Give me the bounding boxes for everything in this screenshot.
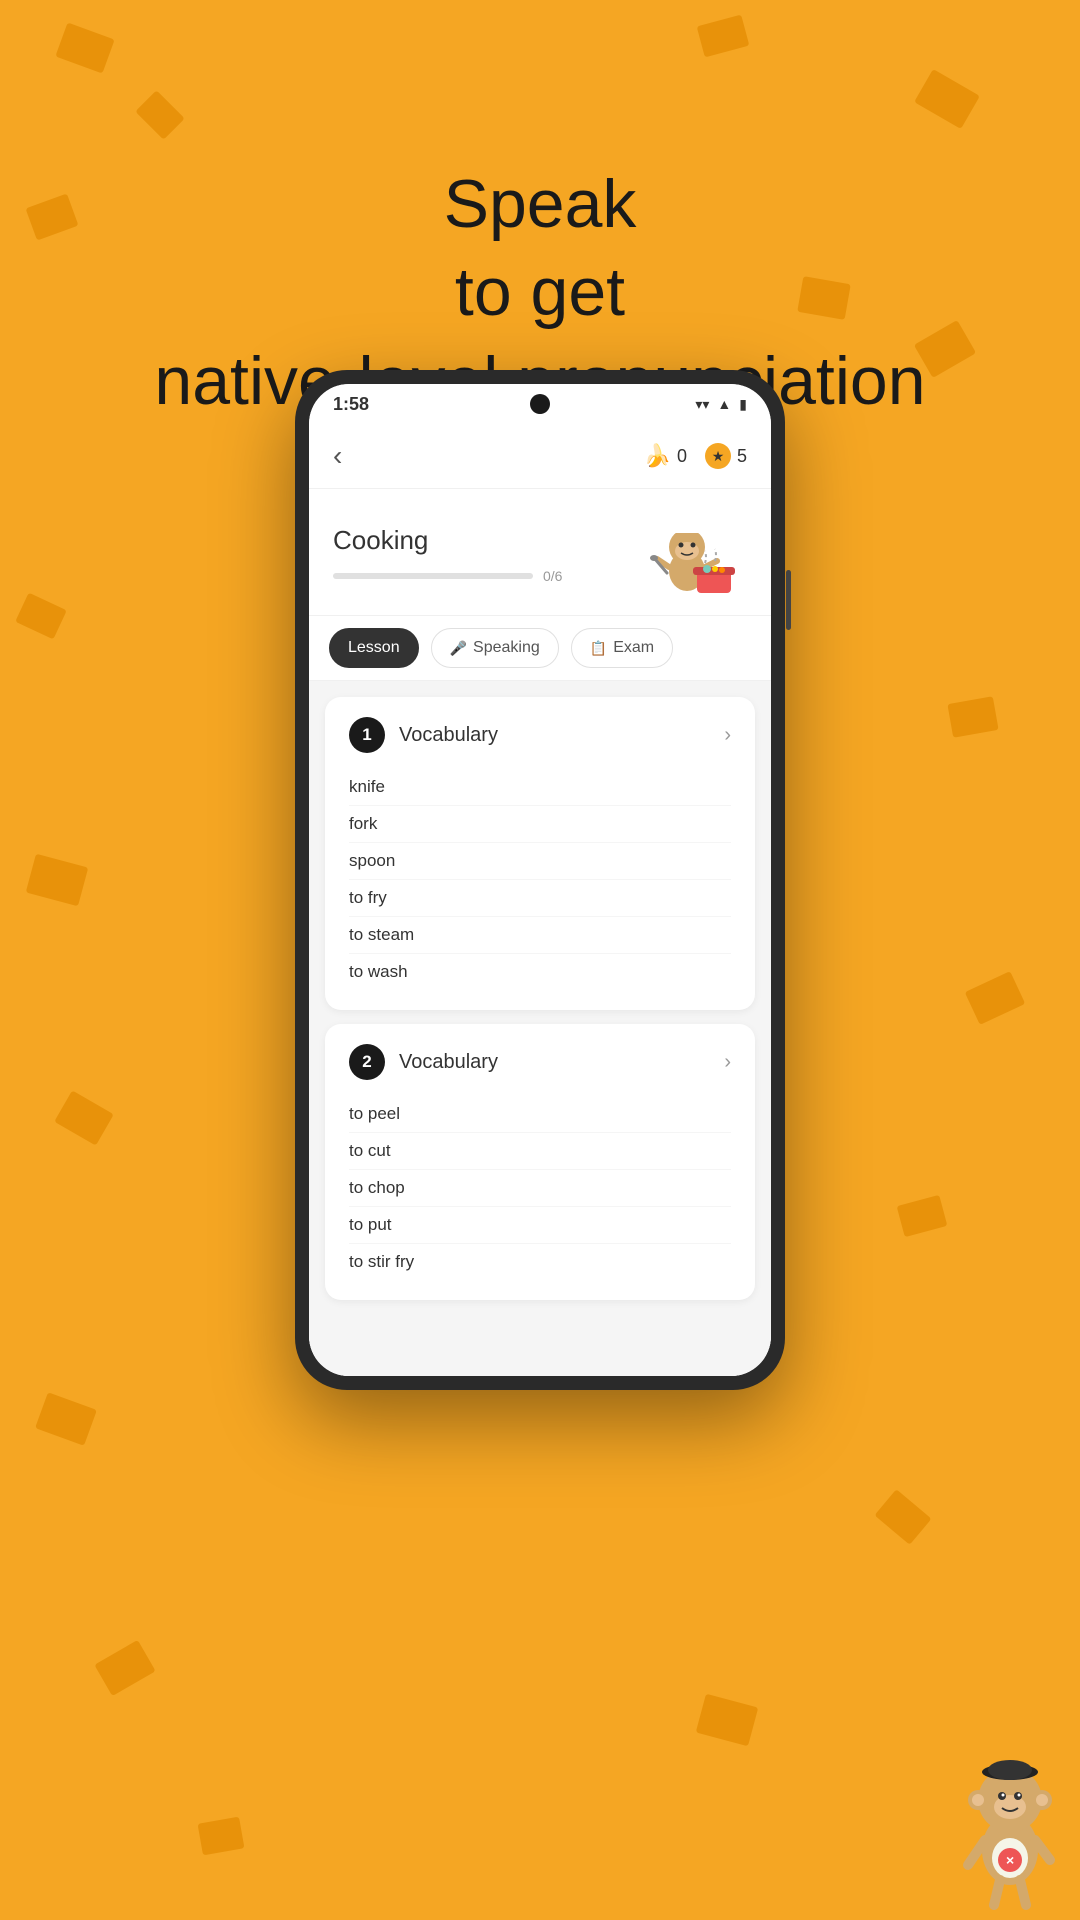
word-to-fry: to fry [349, 880, 731, 917]
vocab-num-2: 2 [349, 1044, 385, 1080]
vocab-card-2[interactable]: 2 Vocabulary › to peel to cut to chop to… [325, 1024, 755, 1300]
course-info: Cooking 0/6 [333, 525, 637, 584]
word-knife: knife [349, 769, 731, 806]
vocab-num-1: 1 [349, 717, 385, 753]
banana-counter: 🍌 0 [644, 443, 687, 469]
chevron-right-1: › [724, 724, 731, 747]
confetti-piece [874, 1489, 931, 1545]
progress-bar-wrap: 0/6 [333, 568, 637, 584]
vocab-label-2: Vocabulary [399, 1051, 498, 1074]
phone-outer: 1:58 ▾▾ ▲ ▮ ‹ 🍌 0 [295, 370, 785, 1390]
top-nav: ‹ 🍌 0 ★ 5 [309, 424, 771, 489]
confetti-piece [55, 23, 114, 74]
confetti-piece [198, 1817, 245, 1856]
mic-icon: 🎤 [450, 640, 467, 657]
vocab-header-left-2: 2 Vocabulary [349, 1044, 498, 1080]
word-to-peel: to peel [349, 1096, 731, 1133]
vocab-words-2: to peel to cut to chop to put to stir fr… [349, 1096, 731, 1280]
confetti-piece [965, 971, 1026, 1025]
confetti-piece [54, 1090, 114, 1145]
confetti-piece [696, 1694, 759, 1747]
tab-lesson-label: Lesson [348, 639, 400, 657]
nav-coins: 🍌 0 ★ 5 [644, 443, 747, 469]
battery-icon: ▮ [739, 396, 747, 413]
vocab-header-left-1: 1 Vocabulary [349, 717, 498, 753]
word-to-wash: to wash [349, 954, 731, 990]
hero-line1: Speak [444, 166, 637, 242]
word-spoon: spoon [349, 843, 731, 880]
monkey-character-svg: × [950, 1710, 1070, 1910]
tab-speaking-label: Speaking [473, 639, 540, 657]
tab-bar: Lesson 🎤 Speaking 📋 Exam [309, 616, 771, 681]
word-to-stir-fry: to stir fry [349, 1244, 731, 1280]
confetti-piece [135, 90, 184, 139]
app-content: ‹ 🍌 0 ★ 5 Cooking [309, 424, 771, 1376]
word-to-steam: to steam [349, 917, 731, 954]
word-to-chop: to chop [349, 1170, 731, 1207]
course-header: Cooking 0/6 [309, 489, 771, 616]
confetti-piece [94, 1640, 155, 1696]
progress-bar [333, 573, 533, 579]
confetti-piece [697, 15, 750, 58]
wifi-icon: ▾▾ [695, 396, 709, 413]
status-time: 1:58 [333, 394, 369, 415]
course-mascot [637, 509, 747, 599]
status-bar: 1:58 ▾▾ ▲ ▮ [309, 384, 771, 424]
confetti-piece [35, 1392, 97, 1445]
word-to-cut: to cut [349, 1133, 731, 1170]
back-button[interactable]: ‹ [333, 440, 342, 472]
confetti-piece [15, 593, 67, 640]
banana-icon: 🍌 [644, 443, 671, 469]
confetti-piece [914, 69, 980, 129]
phone-mockup: 1:58 ▾▾ ▲ ▮ ‹ 🍌 0 [295, 370, 785, 1390]
tab-exam-label: Exam [613, 639, 654, 657]
hero-line2: to get [455, 254, 625, 330]
course-title: Cooking [333, 525, 637, 556]
vocab-card-2-header: 2 Vocabulary › [349, 1044, 731, 1080]
camera-notch [530, 394, 550, 414]
vocab-label-1: Vocabulary [399, 724, 498, 747]
confetti-piece [897, 1195, 948, 1237]
star-coin-icon: ★ [705, 443, 731, 469]
status-icons: ▾▾ ▲ ▮ [695, 396, 747, 413]
exam-icon: 📋 [590, 640, 607, 657]
tab-exam[interactable]: 📋 Exam [571, 628, 673, 668]
phone-side-button [786, 570, 791, 630]
confetti-piece [947, 696, 998, 737]
word-to-put: to put [349, 1207, 731, 1244]
confetti-piece [26, 854, 89, 907]
word-fork: fork [349, 806, 731, 843]
vocab-card-1[interactable]: 1 Vocabulary › knife fork spoon to fry t… [325, 697, 755, 1010]
mascot-svg [637, 509, 747, 599]
vocab-card-1-header: 1 Vocabulary › [349, 717, 731, 753]
tab-speaking[interactable]: 🎤 Speaking [431, 628, 559, 668]
banana-count: 0 [677, 446, 687, 467]
progress-text: 0/6 [543, 568, 562, 584]
chevron-right-2: › [724, 1051, 731, 1074]
bottom-monkey: × [950, 1710, 1070, 1910]
phone-screen: 1:58 ▾▾ ▲ ▮ ‹ 🍌 0 [309, 384, 771, 1376]
tab-lesson[interactable]: Lesson [329, 628, 419, 668]
vocab-words-1: knife fork spoon to fry to steam to wash [349, 769, 731, 990]
star-counter: ★ 5 [705, 443, 747, 469]
signal-icon: ▲ [717, 396, 731, 412]
svg-text:×: × [1006, 1852, 1014, 1868]
scroll-content: 1 Vocabulary › knife fork spoon to fry t… [309, 681, 771, 1376]
star-count: 5 [737, 446, 747, 467]
